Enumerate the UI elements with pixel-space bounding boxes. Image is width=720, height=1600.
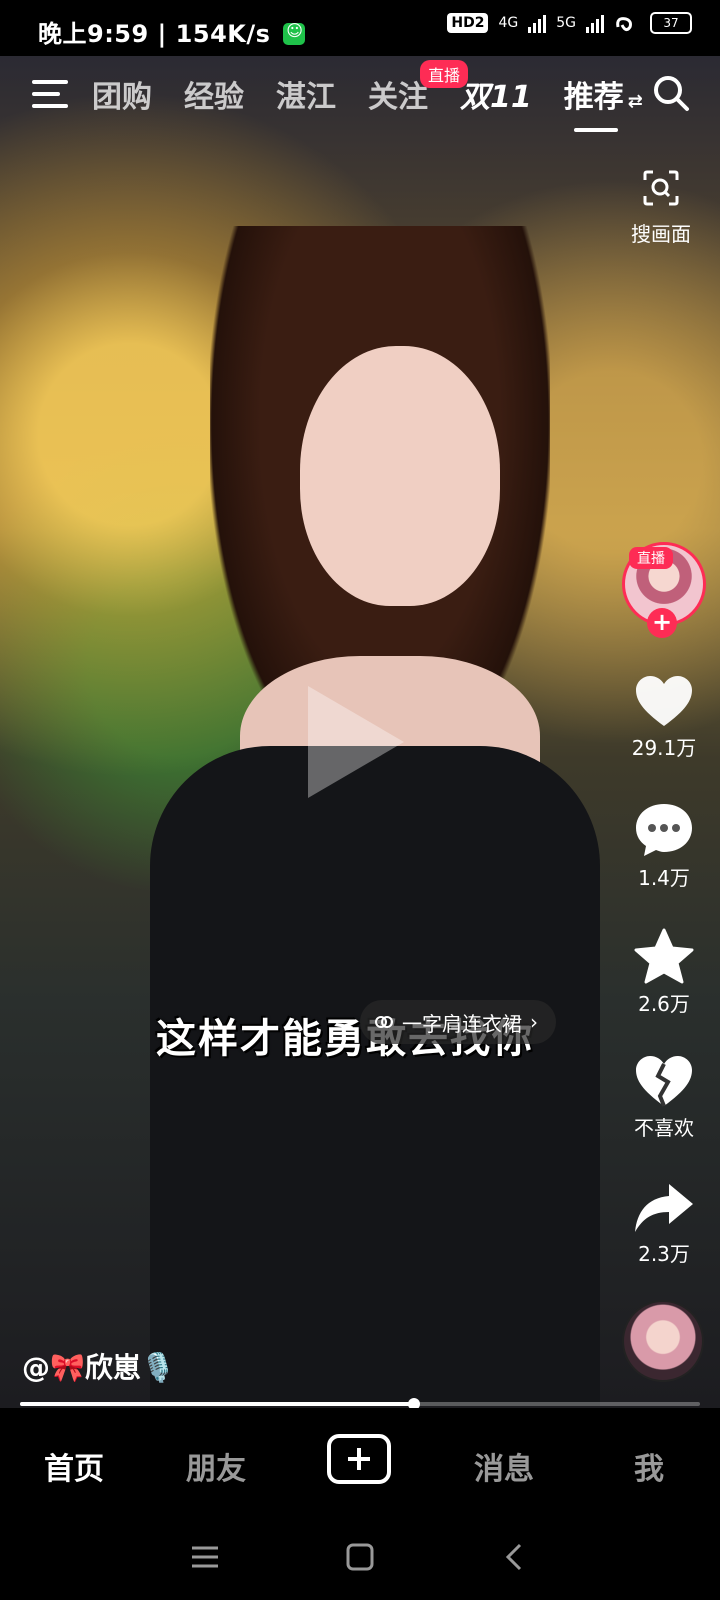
play-icon[interactable] [308, 686, 404, 798]
video-person [150, 226, 600, 1406]
net-4g-label: 4G [498, 15, 519, 31]
product-tag[interactable]: 一字肩连衣裙 › [360, 1000, 556, 1044]
status-time-text: 晚上9:59 | 154K/s [38, 20, 271, 48]
menu-lines-icon[interactable] [190, 1542, 220, 1572]
net-5g-label: 5G [556, 15, 576, 31]
link-icon [375, 1016, 393, 1028]
comment-icon [636, 804, 692, 856]
nav-messages[interactable]: 消息 [474, 1444, 534, 1488]
comment-button[interactable]: 1.4万 [614, 802, 714, 891]
wechat-icon [283, 21, 306, 45]
system-nav [0, 1518, 720, 1600]
home-square-icon[interactable] [345, 1542, 375, 1572]
battery-icon: 37 [650, 12, 692, 34]
video-progress[interactable] [20, 1398, 700, 1410]
status-icons: HD2 4G 5G 37 [447, 12, 692, 34]
tab-recommend-label: 推荐 [563, 80, 624, 115]
avatar-live-tag: 直播 [629, 547, 673, 569]
chevron-right-icon: › [530, 1010, 538, 1034]
dislike-label: 不喜欢 [634, 1116, 694, 1140]
switch-arrows-icon: ⇄ [627, 91, 643, 112]
product-tag-label: 一字肩连衣裙 [402, 1011, 522, 1036]
dislike-button[interactable]: 不喜欢 [614, 1054, 714, 1141]
nav-friends[interactable]: 朋友 [186, 1444, 246, 1488]
favorite-count: 2.6万 [638, 992, 690, 1016]
music-disc[interactable] [622, 1300, 704, 1382]
search-frame-button[interactable]: 搜画面 [624, 168, 698, 247]
tab-zhanjiang[interactable]: 湛江 [276, 72, 336, 116]
tab-following[interactable]: 关注 [368, 72, 428, 116]
search-icon[interactable] [652, 74, 690, 112]
live-badge: 直播 [420, 60, 469, 88]
star-icon [634, 928, 694, 984]
tab-double11[interactable]: 双11 [460, 72, 532, 116]
scan-search-icon [643, 170, 679, 206]
bottom-nav: 首页 朋友 消息 我 [0, 1408, 720, 1518]
status-time: 晚上9:59 | 154K/s [38, 14, 306, 49]
create-button[interactable] [327, 1434, 391, 1484]
share-arrow-icon [635, 1184, 693, 1232]
status-bar: 晚上9:59 | 154K/s HD2 4G 5G 37 [0, 0, 720, 56]
signal-icon-2 [586, 13, 604, 33]
like-button[interactable]: 29.1万 [614, 674, 714, 761]
menu-icon[interactable] [32, 80, 68, 108]
tab-group-buy[interactable]: 团购 [92, 72, 152, 116]
search-frame-label: 搜画面 [631, 222, 691, 246]
signal-icon-1 [528, 13, 547, 33]
nav-me[interactable]: 我 [634, 1444, 664, 1488]
broken-heart-icon [636, 1056, 692, 1107]
like-count: 29.1万 [631, 736, 697, 760]
share-button[interactable]: 2.3万 [614, 1182, 714, 1267]
favorite-button[interactable]: 2.6万 [614, 928, 714, 1017]
tab-recommend[interactable]: 推荐 ⇄ [563, 72, 643, 132]
top-tabs: 团购 经验 湛江 关注 双11 推荐 ⇄ [92, 72, 643, 132]
nav-home[interactable]: 首页 [44, 1444, 104, 1488]
top-nav: 团购 经验 湛江 关注 双11 推荐 ⇄ 直播 [0, 60, 720, 132]
back-icon[interactable] [500, 1542, 530, 1572]
hd-icon: HD2 [447, 13, 489, 33]
follow-plus-icon[interactable]: + [647, 608, 677, 638]
progress-fill [20, 1402, 415, 1406]
link-icon [616, 17, 632, 32]
heart-icon [636, 676, 692, 726]
comment-count: 1.4万 [638, 866, 690, 890]
tab-experience[interactable]: 经验 [184, 72, 244, 116]
author-name[interactable]: @🎀欣崽🎙️ [22, 1346, 176, 1386]
share-count: 2.3万 [638, 1242, 690, 1266]
